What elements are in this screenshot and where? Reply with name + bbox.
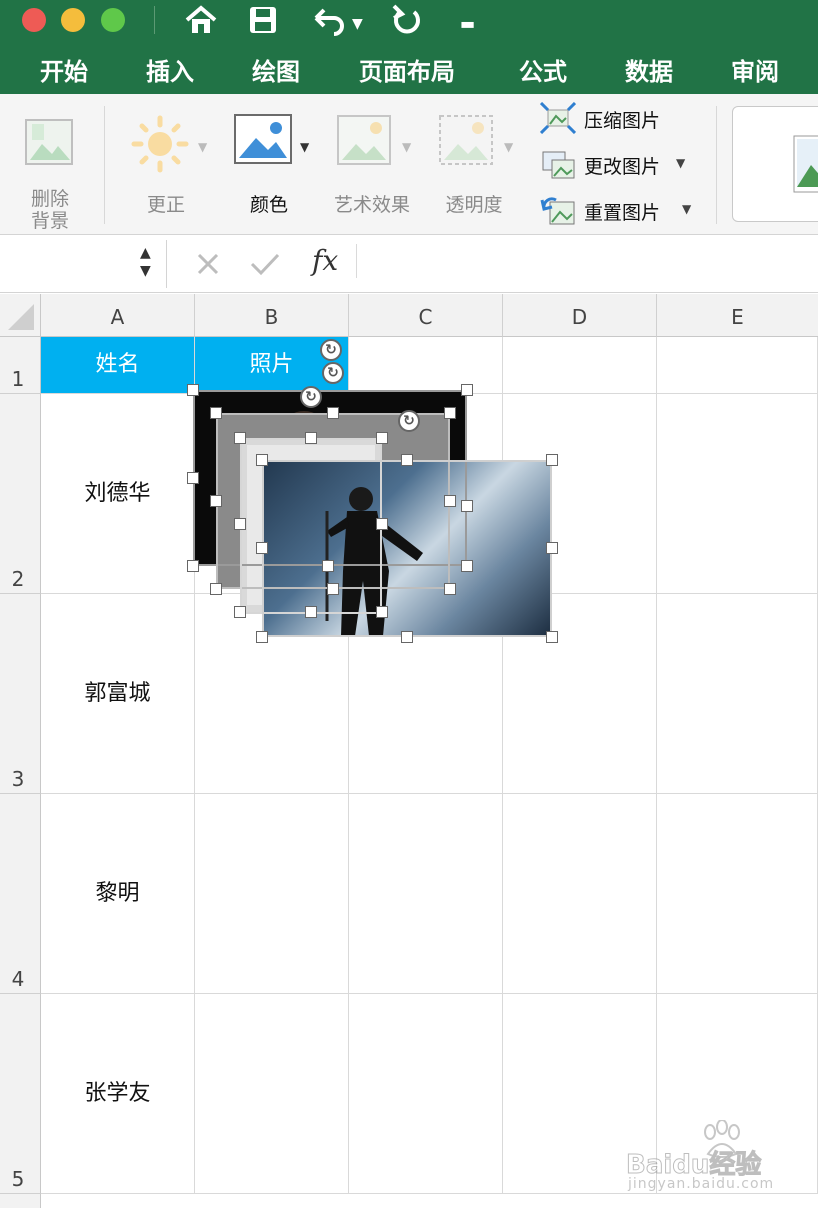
color-label: 颜色 <box>249 194 288 216</box>
color-button[interactable]: ▼ 颜色 <box>232 104 316 216</box>
cell-b1[interactable]: 照片 <box>195 337 349 394</box>
change-picture-button[interactable]: 更改图片 ▼ <box>538 148 698 182</box>
cell-a3[interactable]: 郭富城 <box>41 594 195 794</box>
row-header-5[interactable]: 5 <box>0 994 41 1194</box>
cell-d1[interactable] <box>503 337 657 394</box>
cell-d2[interactable] <box>503 394 657 594</box>
baidu-jingyan-watermark: Baidu经验 jingyan.baidu.com <box>625 1120 816 1196</box>
close-window-button[interactable] <box>22 8 46 32</box>
transparency-dropdown-icon: ▼ <box>504 140 514 154</box>
sun-icon <box>131 115 189 173</box>
row-header-4[interactable]: 4 <box>0 794 41 994</box>
corrections-button[interactable]: ▼ 更正 <box>124 104 214 216</box>
remove-background-icon <box>25 119 73 165</box>
cell-e4[interactable] <box>657 794 818 994</box>
cell-e1[interactable] <box>657 337 818 394</box>
x-icon[interactable] <box>196 252 220 276</box>
artistic-effects-dropdown-icon: ▼ <box>402 140 412 154</box>
color-dropdown-icon: ▼ <box>300 140 310 154</box>
compress-pictures-button[interactable]: 压缩图片 <box>538 102 688 136</box>
fx-icon[interactable]: fx <box>312 244 338 277</box>
cell-e3[interactable] <box>657 594 818 794</box>
select-all-button[interactable] <box>0 294 41 337</box>
column-header-b[interactable]: B <box>195 294 349 337</box>
tab-home[interactable]: 开始 <box>40 52 88 87</box>
row-header-6[interactable] <box>0 1194 41 1208</box>
cell-c3[interactable] <box>349 594 503 794</box>
corrections-label: 更正 <box>146 194 185 216</box>
column-header-d[interactable]: D <box>503 294 657 337</box>
compress-icon <box>540 102 576 134</box>
transparency-label: 透明度 <box>445 194 503 216</box>
cell-c1[interactable] <box>349 337 503 394</box>
reset-picture-button[interactable]: 重置图片 ▼ <box>538 194 698 228</box>
tab-draw[interactable]: 绘图 <box>252 52 300 87</box>
cell-e2[interactable] <box>657 394 818 594</box>
worksheet-grid: A B C D E 1 2 3 4 5 姓名 照片 刘德华 郭富城 黎明 张学友 <box>0 294 818 1208</box>
customize-icon[interactable]: ▬ <box>460 6 475 42</box>
row-header-1[interactable]: 1 <box>0 337 41 394</box>
cell-b4[interactable] <box>195 794 349 994</box>
tab-insert[interactable]: 插入 <box>146 52 194 87</box>
row-header-3[interactable]: 3 <box>0 594 41 794</box>
cell-b5[interactable] <box>195 994 349 1194</box>
tab-page-layout[interactable]: 页面布局 <box>359 52 455 87</box>
change-picture-label: 更改图片 <box>584 156 661 178</box>
column-header-a[interactable]: A <box>41 294 195 337</box>
minimize-window-button[interactable] <box>61 8 85 32</box>
picture-format-ribbon: 删除 背景 ▼ 更正 ▼ 颜色 ▼ 艺术效果 ▼ 透明度 压缩图片 更改图片 ▼… <box>0 94 818 235</box>
artistic-effects-button[interactable]: ▼ 艺术效果 <box>328 104 418 216</box>
redo-icon[interactable] <box>390 4 424 36</box>
cell-b2[interactable] <box>195 394 349 594</box>
change-picture-icon <box>542 151 575 179</box>
home-icon[interactable] <box>183 4 219 36</box>
artistic-effects-icon <box>337 115 391 165</box>
reset-picture-label: 重置图片 <box>584 202 661 224</box>
remove-background-label: 删除 背景 <box>30 188 69 232</box>
column-header-c[interactable]: C <box>349 294 503 337</box>
cell-b3[interactable] <box>195 594 349 794</box>
name-box[interactable]: ▲ ▼ <box>0 240 167 288</box>
formula-bar: ▲ ▼ fx <box>0 236 818 293</box>
row-header-2[interactable]: 2 <box>0 394 41 594</box>
color-picture-icon <box>234 114 292 164</box>
transparency-icon <box>439 115 493 165</box>
cell-c5[interactable] <box>349 994 503 1194</box>
remove-background-button[interactable]: 删除 背景 <box>14 104 86 232</box>
cell-d4[interactable] <box>503 794 657 994</box>
save-icon[interactable] <box>248 5 278 35</box>
ribbon-tabs: 开始 插入 绘图 页面布局 公式 数据 审阅 <box>0 40 818 94</box>
zoom-window-button[interactable] <box>101 8 125 32</box>
transparency-button[interactable]: ▼ 透明度 <box>434 104 524 216</box>
check-icon[interactable] <box>250 252 280 276</box>
cell-c2[interactable] <box>349 394 503 594</box>
cell-a2[interactable]: 刘德华 <box>41 394 195 594</box>
title-bar: ▼ ▬ <box>0 0 818 40</box>
artistic-effects-label: 艺术效果 <box>333 194 410 216</box>
cell-d3[interactable] <box>503 594 657 794</box>
cell-c4[interactable] <box>349 794 503 994</box>
reset-picture-icon <box>540 197 575 225</box>
tab-review[interactable]: 审阅 <box>731 52 779 87</box>
cell-a5[interactable]: 张学友 <box>41 994 195 1194</box>
picture-styles-gallery[interactable] <box>732 106 818 222</box>
reset-picture-dropdown-icon: ▼ <box>682 202 692 216</box>
change-picture-dropdown-icon: ▼ <box>676 156 686 170</box>
tab-formulas[interactable]: 公式 <box>519 52 567 87</box>
undo-icon[interactable] <box>308 4 348 36</box>
column-header-e[interactable]: E <box>657 294 818 337</box>
cell-a4[interactable]: 黎明 <box>41 794 195 994</box>
tab-data[interactable]: 数据 <box>625 52 673 87</box>
name-box-stepper-icon[interactable]: ▲ ▼ <box>140 244 151 280</box>
formula-input[interactable] <box>372 240 812 288</box>
compress-pictures-label: 压缩图片 <box>584 110 661 132</box>
corrections-dropdown-icon: ▼ <box>198 140 208 154</box>
picture-style-thumbnail <box>793 135 818 193</box>
undo-dropdown-icon[interactable]: ▼ <box>352 6 363 42</box>
cell-a1[interactable]: 姓名 <box>41 337 195 394</box>
watermark-url: jingyan.baidu.com <box>628 1176 775 1192</box>
